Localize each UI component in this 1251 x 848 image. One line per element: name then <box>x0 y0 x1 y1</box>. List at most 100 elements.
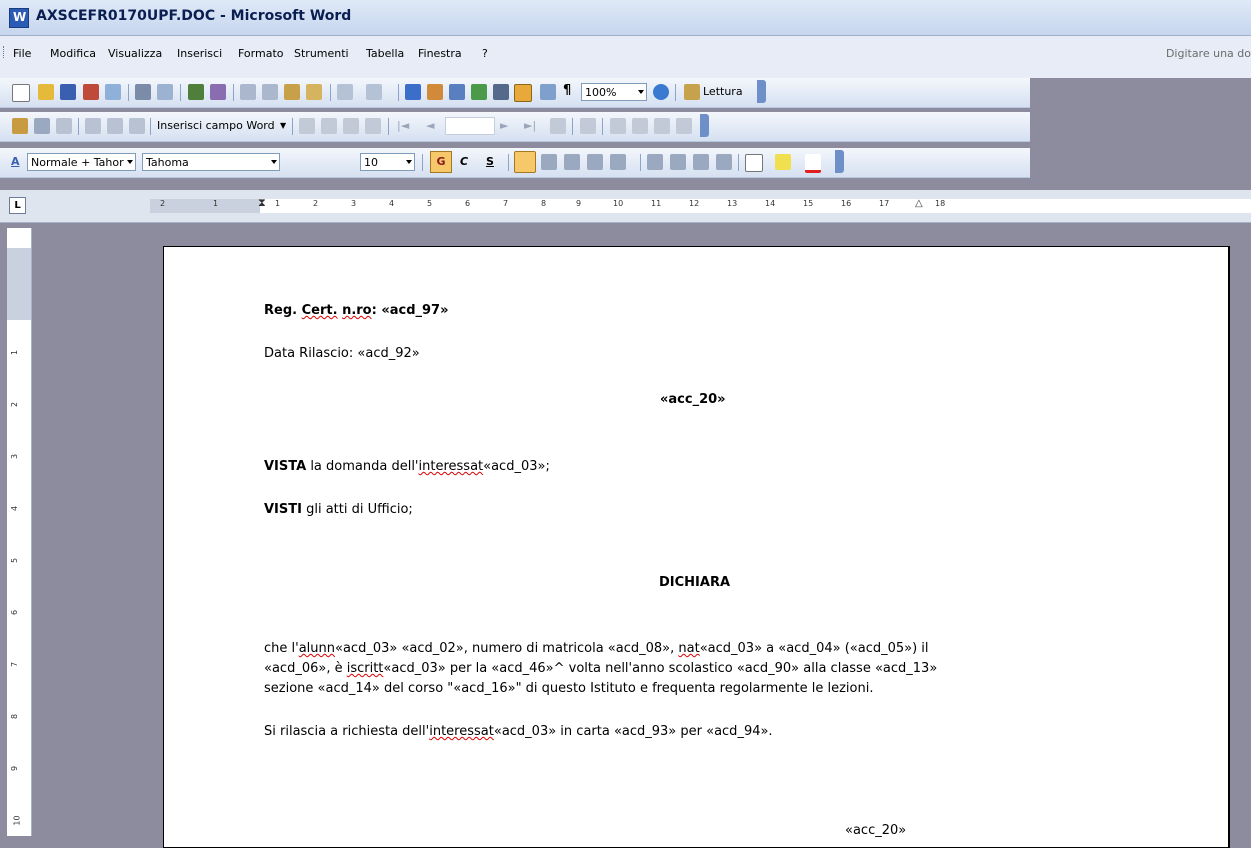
toolbar-options-icon[interactable] <box>757 80 766 103</box>
check-errors-icon[interactable] <box>580 118 596 134</box>
insert-merge-fields-icon[interactable] <box>129 118 145 134</box>
paste-icon[interactable] <box>284 84 300 100</box>
chevron-down-icon[interactable]: ▼ <box>280 121 286 130</box>
ruler-number: 2 <box>313 199 319 208</box>
align-left-icon[interactable] <box>514 151 536 173</box>
research-icon[interactable] <box>210 84 226 100</box>
insert-excel-icon[interactable] <box>471 84 487 100</box>
merge-to-printer-icon[interactable] <box>632 118 648 134</box>
undo-icon[interactable] <box>337 84 353 100</box>
numbering-icon[interactable] <box>647 154 663 170</box>
menu-finestra[interactable]: Finestra <box>418 47 462 60</box>
main-document-setup-icon[interactable] <box>12 118 28 134</box>
copy-icon[interactable] <box>262 84 278 100</box>
highlight-fields-icon[interactable] <box>321 118 337 134</box>
read-mode-icon[interactable] <box>684 84 700 100</box>
menu-visualizza[interactable]: Visualizza <box>108 47 162 60</box>
menu-inserisci[interactable]: Inserisci <box>177 47 222 60</box>
insert-table-icon[interactable] <box>449 84 465 100</box>
match-fields-icon[interactable] <box>343 118 359 134</box>
show-formatting-icon[interactable]: ¶ <box>563 83 571 98</box>
word-app-icon[interactable] <box>9 8 29 28</box>
open-folder-icon[interactable] <box>38 84 54 100</box>
borders-icon[interactable] <box>745 154 763 172</box>
read-mode-label[interactable]: Lettura <box>703 85 743 98</box>
drawing-icon[interactable] <box>514 84 532 102</box>
previous-record-icon[interactable]: ◄ <box>426 119 434 132</box>
menu-strumenti[interactable]: Strumenti <box>294 47 349 60</box>
font-size-combo[interactable]: 10 <box>360 153 415 171</box>
document-map-icon[interactable] <box>540 84 556 100</box>
styles-formatting-icon[interactable]: A <box>11 155 20 168</box>
view-merged-data-icon[interactable] <box>299 118 315 134</box>
merge-to-fax-icon[interactable] <box>676 118 692 134</box>
menu-file[interactable]: File <box>13 47 31 60</box>
print-preview-icon[interactable] <box>157 84 173 100</box>
email-icon[interactable] <box>105 84 121 100</box>
insert-address-block-icon[interactable] <box>85 118 101 134</box>
merge-to-document-icon[interactable] <box>610 118 626 134</box>
bullets-icon[interactable] <box>670 154 686 170</box>
hyperlink-icon[interactable] <box>405 84 421 100</box>
spelling-icon[interactable] <box>188 84 204 100</box>
insert-greeting-icon[interactable] <box>107 118 123 134</box>
font-color-icon[interactable] <box>805 154 821 173</box>
menu-modifica[interactable]: Modifica <box>50 47 96 60</box>
cut-icon[interactable] <box>240 84 256 100</box>
help-search-box[interactable]: Digitare una do <box>1166 47 1251 60</box>
align-right-icon[interactable] <box>564 154 580 170</box>
document-page[interactable]: Reg. Cert. n.ro: «acd_97» Data Rilascio:… <box>163 246 1230 848</box>
toolbar-options-icon[interactable] <box>700 114 709 137</box>
save-icon[interactable] <box>60 84 76 100</box>
merge-to-email-icon[interactable] <box>654 118 670 134</box>
window-title: AXSCEFR0170UPF.DOC - Microsoft Word <box>36 8 352 24</box>
decrease-indent-icon[interactable] <box>693 154 709 170</box>
ruler-number: 1 <box>10 349 20 356</box>
vertical-ruler[interactable]: 1 2 3 4 5 6 7 8 9 10 <box>7 228 32 836</box>
redo-icon[interactable] <box>366 84 382 100</box>
vista-line: VISTA la domanda dell'interessat«acd_03»… <box>264 459 550 474</box>
find-entry-icon[interactable] <box>550 118 566 134</box>
chevron-down-icon <box>406 160 412 164</box>
align-center-icon[interactable] <box>541 154 557 170</box>
increase-indent-icon[interactable] <box>716 154 732 170</box>
style-combo[interactable]: Normale + Tahor <box>27 153 136 171</box>
toolbar-options-icon[interactable] <box>835 150 844 173</box>
first-record-icon[interactable]: |◄ <box>397 119 409 132</box>
insert-word-field-button[interactable]: Inserisci campo Word <box>157 119 275 132</box>
menu-grip[interactable] <box>3 46 6 58</box>
ruler-number: 8 <box>541 199 547 208</box>
propagate-labels-icon[interactable] <box>365 118 381 134</box>
recipients-icon[interactable] <box>56 118 72 134</box>
underline-button[interactable]: S <box>486 155 494 168</box>
zoom-combo[interactable]: 100% <box>581 83 647 101</box>
new-document-icon[interactable] <box>12 84 30 102</box>
ruler-number: 8 <box>10 713 20 720</box>
menu-tabella[interactable]: Tabella <box>366 47 404 60</box>
print-icon[interactable] <box>135 84 151 100</box>
justify-icon[interactable] <box>587 154 603 170</box>
open-data-source-icon[interactable] <box>34 118 50 134</box>
ruler-number: 18 <box>935 199 946 208</box>
right-indent-marker-icon[interactable]: △ <box>915 198 923 209</box>
format-painter-icon[interactable] <box>306 84 322 100</box>
columns-icon[interactable] <box>493 84 509 100</box>
menu-formato[interactable]: Formato <box>238 47 284 60</box>
menu-help[interactable]: ? <box>482 47 488 60</box>
permission-icon[interactable] <box>83 84 99 100</box>
highlight-icon[interactable] <box>775 154 791 170</box>
ruler-number: 6 <box>10 609 20 616</box>
italic-button[interactable]: C <box>460 155 468 168</box>
next-record-icon[interactable]: ► <box>500 119 508 132</box>
record-number-input[interactable] <box>445 117 495 135</box>
ruler-number: 3 <box>351 199 357 208</box>
indent-marker-icon[interactable]: ⧗ <box>258 196 266 210</box>
toolbar-separator <box>640 154 641 171</box>
last-record-icon[interactable]: ►| <box>524 119 536 132</box>
tab-selector-button[interactable]: L <box>9 197 26 214</box>
bold-button[interactable]: G <box>430 151 452 173</box>
help-icon[interactable] <box>653 84 669 100</box>
line-spacing-icon[interactable] <box>610 154 626 170</box>
tables-borders-icon[interactable] <box>427 84 443 100</box>
font-combo[interactable]: Tahoma <box>142 153 280 171</box>
